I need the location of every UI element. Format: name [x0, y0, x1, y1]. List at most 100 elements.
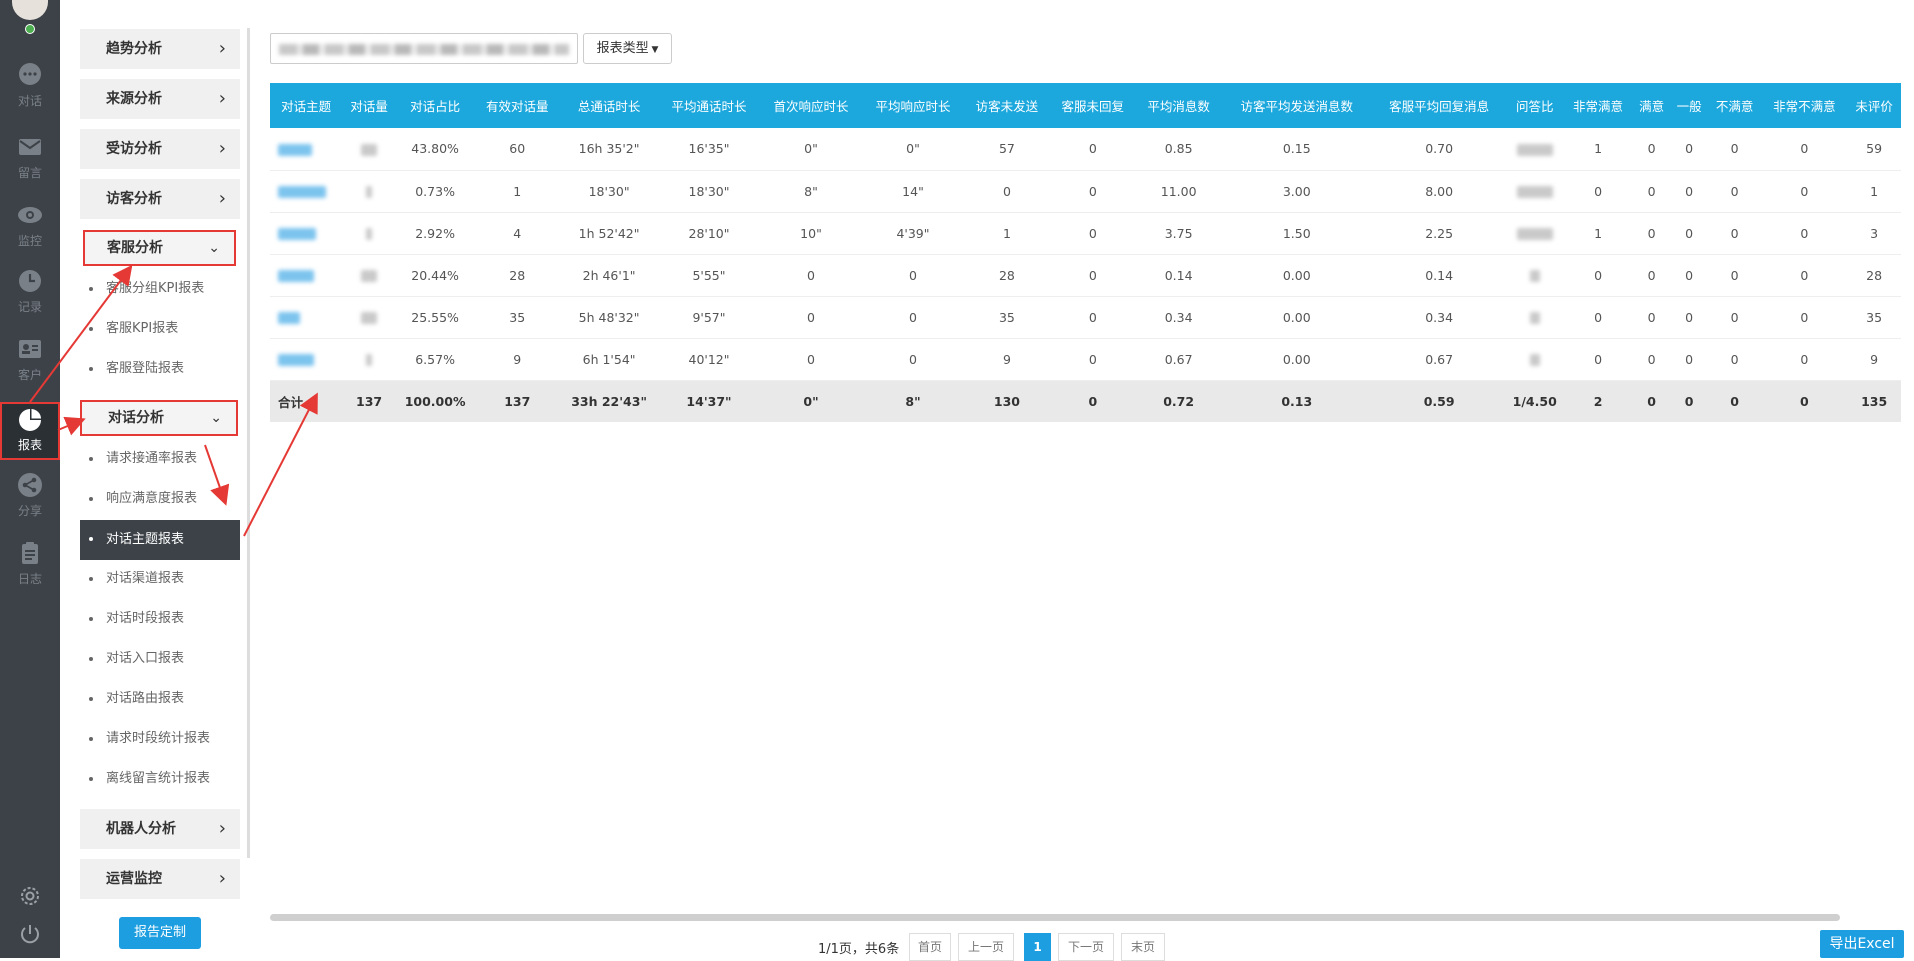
submenu-item[interactable]: 对话渠道报表 — [80, 560, 240, 598]
column-header[interactable]: 对话量 — [342, 83, 396, 128]
column-header[interactable]: 不满意 — [1707, 83, 1762, 128]
table-cell: 35 — [964, 296, 1050, 339]
rail-item-chat[interactable]: 对话 — [0, 62, 60, 109]
rail-item-customer[interactable]: 客户 — [0, 336, 60, 383]
total-cell: 0" — [760, 380, 862, 422]
table-cell: 28 — [474, 254, 561, 297]
total-cell: 135 — [1847, 380, 1901, 422]
table-cell: 5h 48'32" — [560, 296, 658, 339]
eye-icon — [18, 207, 42, 223]
rail-item-log[interactable]: 日志 — [0, 540, 60, 587]
table-cell: 0 — [760, 338, 862, 381]
column-header[interactable]: 客服平均回复消息 — [1371, 83, 1507, 128]
table-horizontal-scrollbar[interactable] — [270, 914, 1840, 921]
export-excel-button[interactable]: 导出Excel — [1820, 930, 1904, 958]
column-header[interactable]: 对话主题 — [270, 83, 343, 128]
table-cell: 0.00 — [1221, 338, 1372, 381]
rail-item-label: 分享 — [17, 504, 42, 518]
menu-group-agent[interactable]: 客服分析 ⌄ — [83, 230, 236, 266]
table-cell: 0 — [1761, 254, 1848, 297]
submenu-item[interactable]: 对话路由报表 — [80, 680, 240, 718]
submenu-scrollbar[interactable] — [247, 28, 250, 858]
chevron-down-icon: ⌄ — [210, 410, 222, 426]
gear-icon[interactable] — [18, 884, 42, 908]
menu-group-visited[interactable]: 受访分析 › — [80, 129, 240, 169]
report-type-dropdown[interactable]: 报表类型 ▼ — [583, 33, 672, 64]
submenu-item[interactable]: 响应满意度报表 — [80, 480, 240, 518]
menu-group-source[interactable]: 来源分析 › — [80, 79, 240, 119]
topic-cell-redacted[interactable] — [270, 170, 343, 213]
topic-cell-redacted[interactable] — [270, 296, 343, 339]
rail-item-message[interactable]: 留言 — [0, 134, 60, 181]
date-range-filter[interactable] — [270, 33, 578, 64]
column-header[interactable]: 对话占比 — [395, 83, 475, 128]
column-header[interactable]: 平均响应时长 — [862, 83, 964, 128]
last-page-button[interactable]: 末页 — [1121, 933, 1165, 961]
submenu-item[interactable]: 客服登陆报表 — [80, 350, 240, 388]
prev-page-button[interactable]: 上一页 — [958, 933, 1014, 961]
table-cell: 9 — [474, 338, 561, 381]
column-header[interactable]: 有效对话量 — [474, 83, 561, 128]
topic-cell-redacted[interactable] — [270, 128, 343, 171]
column-header[interactable]: 一般 — [1670, 83, 1708, 128]
column-header[interactable]: 总通话时长 — [560, 83, 658, 128]
submenu-item[interactable]: 离线留言统计报表 — [80, 760, 240, 798]
column-header[interactable]: 访客未发送 — [964, 83, 1050, 128]
avatar[interactable] — [12, 0, 48, 20]
rail-item-share[interactable]: 分享 — [0, 472, 60, 519]
column-header[interactable]: 客服未回复 — [1049, 83, 1136, 128]
menu-group-dialog[interactable]: 对话分析 ⌄ — [80, 400, 238, 436]
menu-group-label: 访客分析 — [106, 191, 162, 207]
report-customize-button[interactable]: 报告定制 — [119, 917, 201, 949]
column-header[interactable]: 非常满意 — [1563, 83, 1633, 128]
menu-group-label: 对话分析 — [108, 410, 164, 426]
total-cell: 137 — [474, 380, 561, 422]
qa-ratio-cell-redacted — [1506, 212, 1564, 255]
submenu-item[interactable]: 客服KPI报表 — [80, 310, 240, 348]
table-cell: 18'30" — [658, 170, 760, 213]
menu-group-trend[interactable]: 趋势分析 › — [80, 29, 240, 69]
submenu-item[interactable]: 客服分组KPI报表 — [80, 270, 240, 308]
table-cell: 0 — [1707, 254, 1762, 297]
table-cell: 0 — [1049, 254, 1136, 297]
table-cell: 2.25 — [1371, 212, 1507, 255]
table-cell: 0.67 — [1135, 338, 1222, 381]
submenu-item-active[interactable]: 对话主题报表 — [80, 520, 240, 560]
menu-group-visitor[interactable]: 访客分析 › — [80, 179, 240, 219]
column-header[interactable]: 访客平均发送消息数 — [1221, 83, 1372, 128]
submenu-item[interactable]: 对话时段报表 — [80, 600, 240, 638]
submenu-item[interactable]: 请求接通率报表 — [80, 440, 240, 478]
submenu-item[interactable]: 请求时段统计报表 — [80, 720, 240, 758]
topic-cell-redacted[interactable] — [270, 338, 343, 381]
table-cell: 9 — [964, 338, 1050, 381]
column-header[interactable]: 问答比 — [1506, 83, 1564, 128]
table-cell: 0 — [760, 254, 862, 297]
rail-item-monitor[interactable]: 监控 — [0, 202, 60, 249]
first-page-button[interactable]: 首页 — [909, 933, 951, 961]
submenu-item[interactable]: 对话入口报表 — [80, 640, 240, 678]
column-header[interactable]: 平均通话时长 — [658, 83, 760, 128]
current-page-button[interactable]: 1 — [1024, 933, 1051, 961]
rail-item-records[interactable]: 记录 — [0, 268, 60, 315]
column-header[interactable]: 平均消息数 — [1135, 83, 1222, 128]
rail-item-reports[interactable]: 报表 — [0, 402, 60, 460]
column-header[interactable]: 首次响应时长 — [760, 83, 862, 128]
menu-group-ops[interactable]: 运营监控 › — [80, 859, 240, 899]
count-cell-redacted — [342, 212, 396, 255]
caret-down-icon: ▼ — [648, 45, 659, 55]
table-cell: 3.00 — [1221, 170, 1372, 213]
table-cell: 0 — [1563, 296, 1633, 339]
topic-cell-redacted[interactable] — [270, 254, 343, 297]
column-header[interactable]: 非常不满意 — [1761, 83, 1848, 128]
column-header[interactable]: 未评价 — [1847, 83, 1901, 128]
menu-group-label: 来源分析 — [106, 91, 162, 107]
power-icon[interactable] — [18, 922, 42, 946]
table-cell: 0 — [1632, 170, 1671, 213]
next-page-button[interactable]: 下一页 — [1058, 933, 1114, 961]
menu-group-robot[interactable]: 机器人分析 › — [80, 809, 240, 849]
chevron-right-icon: › — [218, 88, 226, 109]
table-cell: 0 — [862, 338, 964, 381]
topic-cell-redacted[interactable] — [270, 212, 343, 255]
column-header[interactable]: 满意 — [1632, 83, 1671, 128]
table-cell: 0 — [1563, 338, 1633, 381]
